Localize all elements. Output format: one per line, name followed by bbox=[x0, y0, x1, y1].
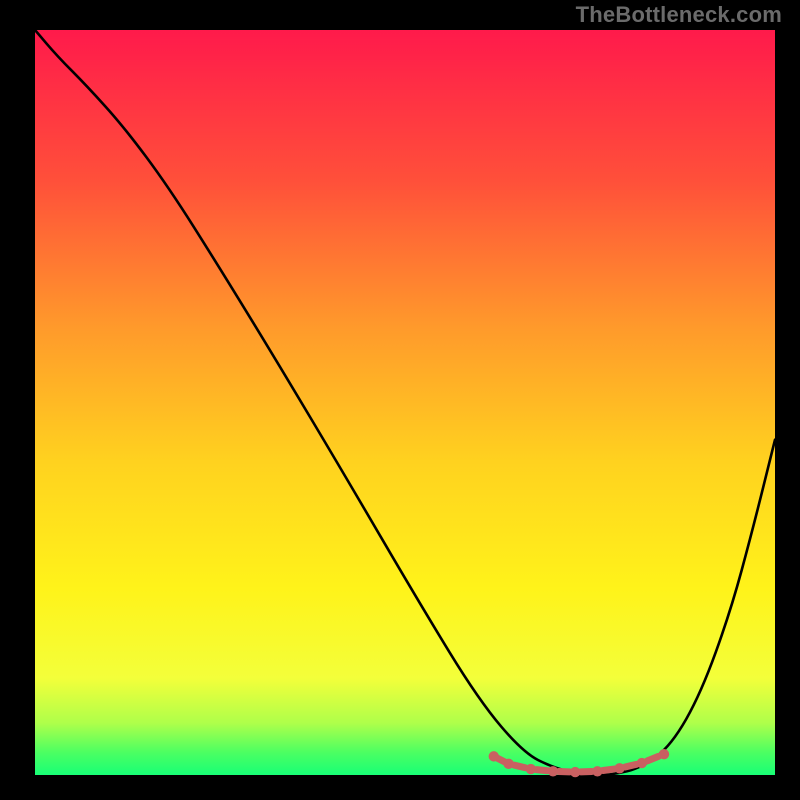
chart-svg bbox=[0, 0, 800, 800]
chart-frame: TheBottleneck.com bbox=[0, 0, 800, 800]
gradient-plot-area bbox=[35, 30, 775, 775]
